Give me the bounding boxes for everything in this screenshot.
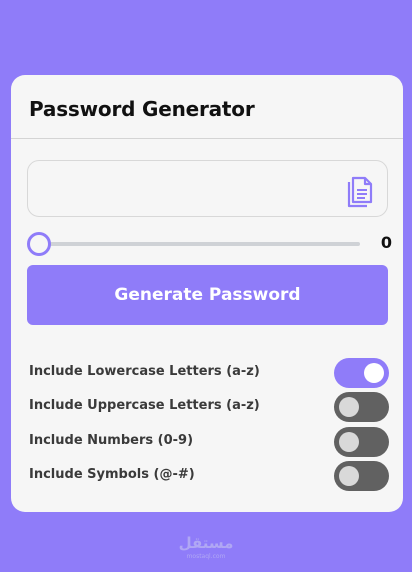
numbers-toggle[interactable] — [334, 427, 389, 457]
symbols-toggle[interactable] — [334, 461, 389, 491]
page-title: Password Generator — [29, 97, 255, 121]
watermark-logo: مستقل — [178, 534, 234, 552]
option-label: Include Numbers (0-9) — [29, 433, 194, 448]
option-numbers: Include Numbers (0-9) — [29, 427, 389, 457]
uppercase-toggle[interactable] — [334, 392, 389, 422]
header-divider — [11, 138, 403, 139]
option-label: Include Lowercase Letters (a-z) — [29, 364, 260, 379]
password-output-field[interactable] — [27, 160, 388, 217]
length-slider[interactable]: 0 — [27, 231, 392, 257]
toggle-knob — [364, 363, 384, 383]
lowercase-toggle[interactable] — [334, 358, 389, 388]
length-value: 0 — [380, 233, 392, 252]
toggle-knob — [339, 466, 359, 486]
generate-password-button[interactable]: Generate Password — [27, 265, 388, 325]
copy-icon[interactable] — [345, 172, 377, 208]
password-generator-card: Password Generator 0 Generate Password I… — [11, 75, 403, 512]
option-uppercase: Include Uppercase Letters (a-z) — [29, 392, 389, 422]
watermark-url: mostaql.com — [186, 553, 226, 560]
option-label: Include Symbols (@-#) — [29, 467, 195, 482]
toggle-knob — [339, 432, 359, 452]
slider-thumb[interactable] — [27, 232, 51, 256]
slider-track[interactable] — [37, 242, 360, 246]
toggle-knob — [339, 397, 359, 417]
option-lowercase: Include Lowercase Letters (a-z) — [29, 358, 389, 388]
option-symbols: Include Symbols (@-#) — [29, 461, 389, 491]
option-label: Include Uppercase Letters (a-z) — [29, 398, 260, 413]
